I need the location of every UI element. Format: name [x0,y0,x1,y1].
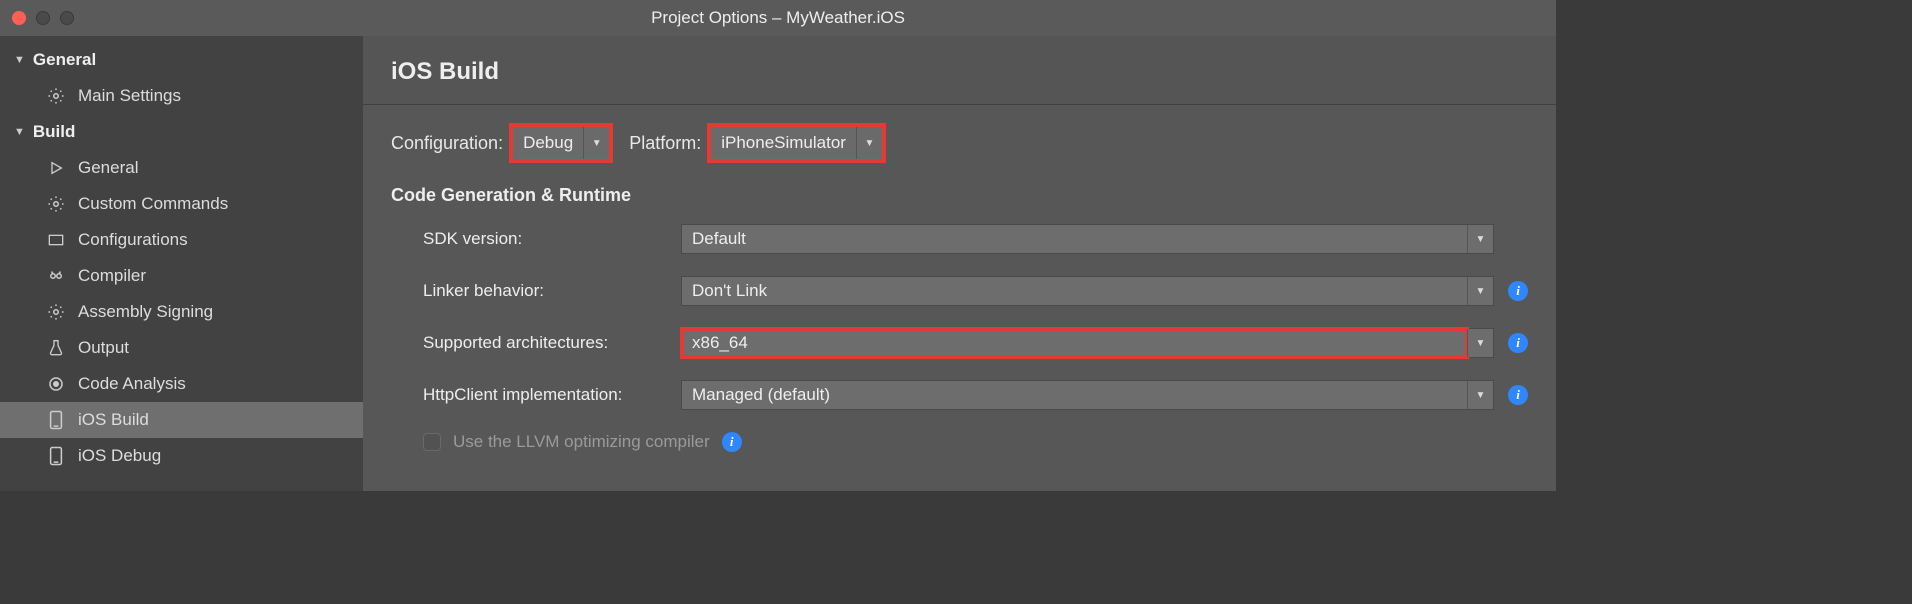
sidebar-item-main-settings[interactable]: Main Settings [0,78,363,114]
platform-label: Platform: [629,133,701,154]
sidebar-section-build[interactable]: ▼ Build [0,114,363,150]
window-title: Project Options – MyWeather.iOS [0,8,1556,28]
sdk-select[interactable]: Default ▼ [681,224,1494,254]
chevron-down-icon: ▼ [14,54,25,66]
sdk-label: SDK version: [391,229,681,249]
rectangle-icon [46,233,66,247]
chevron-down-icon: ▼ [14,126,25,138]
sidebar-item-label: Configurations [78,230,188,250]
llvm-checkbox[interactable] [423,433,441,451]
form-row-linker: Linker behavior: Don't Link ▼ i [391,276,1528,306]
form-row-httpclient: HttpClient implementation: Managed (defa… [391,380,1528,410]
sidebar-item-label: General [78,158,138,178]
main-header: iOS Build [363,36,1556,105]
platform-value: iPhoneSimulator [711,127,856,159]
arch-select[interactable]: x86_64 ▼ [681,328,1494,358]
arch-value: x86_64 [682,329,1467,357]
httpclient-select[interactable]: Managed (default) ▼ [681,380,1494,410]
sidebar-item-label: Main Settings [78,86,181,106]
chevron-down-icon: ▼ [856,127,882,159]
chevron-down-icon: ▼ [1467,277,1493,305]
chevron-down-icon: ▼ [1467,329,1493,357]
info-icon[interactable]: i [1508,385,1528,405]
robot-icon [46,268,66,284]
sidebar-item-ios-debug[interactable]: iOS Debug [0,438,363,474]
linker-select[interactable]: Don't Link ▼ [681,276,1494,306]
main-pane: iOS Build Configuration: Debug ▼ Platfor… [363,36,1556,491]
sidebar-item-label: Custom Commands [78,194,228,214]
gear-icon [46,303,66,321]
info-icon[interactable]: i [722,432,742,452]
llvm-checkbox-row: Use the LLVM optimizing compiler i [391,432,1528,452]
sidebar-item-compiler[interactable]: Compiler [0,258,363,294]
info-icon[interactable]: i [1508,281,1528,301]
platform-dropdown[interactable]: iPhoneSimulator ▼ [711,127,882,159]
sidebar-section-general[interactable]: ▼ General [0,42,363,78]
section-title: Code Generation & Runtime [391,185,1528,206]
httpclient-label: HttpClient implementation: [391,385,681,405]
info-icon[interactable]: i [1508,333,1528,353]
play-icon [46,160,66,176]
sidebar-item-label: Compiler [78,266,146,286]
sidebar-item-build-general[interactable]: General [0,150,363,186]
titlebar: Project Options – MyWeather.iOS [0,0,1556,36]
phone-icon [46,410,66,430]
sidebar-item-ios-build[interactable]: iOS Build [0,402,363,438]
sidebar-item-assembly-signing[interactable]: Assembly Signing [0,294,363,330]
sidebar-item-label: Code Analysis [78,374,186,394]
sidebar-item-label: iOS Build [78,410,149,430]
chevron-down-icon: ▼ [1467,225,1493,253]
sidebar-item-code-analysis[interactable]: Code Analysis [0,366,363,402]
configuration-value: Debug [513,127,583,159]
sidebar-item-label: Output [78,338,129,358]
form-row-sdk: SDK version: Default ▼ [391,224,1528,254]
form-row-arch: Supported architectures: x86_64 ▼ i [391,328,1528,358]
linker-label: Linker behavior: [391,281,681,301]
chevron-down-icon: ▼ [1467,381,1493,409]
sidebar: ▼ General Main Settings ▼ Build General … [0,36,363,491]
sidebar-item-label: iOS Debug [78,446,161,466]
llvm-label: Use the LLVM optimizing compiler [453,432,710,452]
linker-value: Don't Link [682,277,1467,305]
sidebar-item-output[interactable]: Output [0,330,363,366]
phone-icon [46,446,66,466]
target-icon [46,375,66,393]
configuration-dropdown[interactable]: Debug ▼ [513,127,609,159]
sidebar-item-custom-commands[interactable]: Custom Commands [0,186,363,222]
flask-icon [46,339,66,357]
page-title: iOS Build [391,58,1528,86]
sidebar-section-label: Build [33,122,76,142]
sdk-value: Default [682,225,1467,253]
chevron-down-icon: ▼ [583,127,609,159]
gear-icon [46,195,66,213]
sidebar-section-label: General [33,50,96,70]
config-row: Configuration: Debug ▼ Platform: iPhoneS… [391,127,1528,159]
gear-icon [46,87,66,105]
arch-label: Supported architectures: [391,333,681,353]
httpclient-value: Managed (default) [682,381,1467,409]
sidebar-item-label: Assembly Signing [78,302,213,322]
sidebar-item-configurations[interactable]: Configurations [0,222,363,258]
configuration-label: Configuration: [391,133,503,154]
